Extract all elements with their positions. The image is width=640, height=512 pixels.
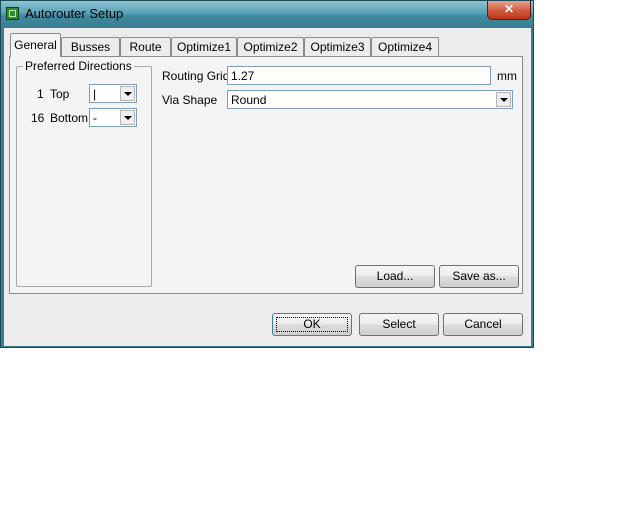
autorouter-setup-window: Autorouter Setup ✕ General Busses Route … bbox=[0, 0, 534, 348]
button-label: Save as... bbox=[452, 269, 506, 283]
ok-button[interactable]: OK bbox=[272, 313, 352, 336]
tab-optimize3[interactable]: Optimize3 bbox=[304, 37, 371, 56]
tab-label: Optimize2 bbox=[243, 40, 298, 54]
button-label: Cancel bbox=[464, 317, 502, 331]
button-label: OK bbox=[303, 317, 321, 331]
preferred-directions-group: Preferred Directions 1 Top | 16 Bottom - bbox=[16, 59, 152, 287]
chevron-down-icon[interactable] bbox=[120, 86, 135, 101]
routing-grid-unit: mm bbox=[497, 69, 517, 83]
layer-1-number: 1 bbox=[37, 87, 44, 101]
select-button[interactable]: Select bbox=[359, 313, 439, 336]
selected-value: Round bbox=[231, 93, 267, 107]
routing-grid-label: Routing Grid bbox=[162, 69, 230, 83]
tab-label: Optimize4 bbox=[377, 40, 433, 54]
tab-busses[interactable]: Busses bbox=[61, 37, 120, 56]
tab-label: Optimize3 bbox=[310, 40, 365, 54]
layer-1-name: Top bbox=[50, 87, 70, 101]
tab-route[interactable]: Route bbox=[120, 37, 171, 56]
chevron-down-icon[interactable] bbox=[120, 110, 135, 125]
button-label: Select bbox=[382, 317, 416, 331]
tab-optimize1[interactable]: Optimize1 bbox=[171, 37, 237, 56]
layer-16-name: Bottom bbox=[50, 111, 89, 125]
layer-16-direction-select[interactable]: - bbox=[89, 108, 137, 127]
routing-grid-input[interactable]: 1.27 bbox=[227, 66, 491, 85]
window-title: Autorouter Setup bbox=[25, 6, 124, 21]
dialog-client-area: General Busses Route Optimize1 Optimize2… bbox=[4, 28, 531, 346]
general-tab-page: Preferred Directions 1 Top | 16 Bottom -… bbox=[9, 56, 523, 294]
selected-value: | bbox=[93, 87, 97, 101]
via-shape-select[interactable]: Round bbox=[227, 90, 513, 109]
tab-general[interactable]: General bbox=[10, 33, 61, 57]
tab-optimize4[interactable]: Optimize4 bbox=[371, 37, 439, 56]
tab-optimize2[interactable]: Optimize2 bbox=[237, 37, 304, 56]
title-bar[interactable]: Autorouter Setup ✕ bbox=[1, 1, 533, 28]
selected-value: - bbox=[93, 111, 97, 125]
via-shape-label: Via Shape bbox=[162, 93, 218, 107]
button-label: Load... bbox=[376, 269, 414, 283]
load-button[interactable]: Load... bbox=[355, 265, 435, 288]
layer-16-number: 16 bbox=[31, 111, 45, 125]
layer-1-direction-select[interactable]: | bbox=[89, 84, 137, 103]
tab-label: Route bbox=[129, 40, 162, 54]
tab-label: General bbox=[14, 38, 57, 52]
close-icon: ✕ bbox=[503, 2, 515, 16]
group-legend: Preferred Directions bbox=[23, 59, 134, 73]
tab-label: Optimize1 bbox=[176, 40, 232, 54]
cancel-button[interactable]: Cancel bbox=[443, 313, 523, 336]
app-icon bbox=[6, 7, 19, 20]
input-value: 1.27 bbox=[231, 69, 255, 83]
close-button[interactable]: ✕ bbox=[487, 1, 531, 20]
tab-label: Busses bbox=[70, 40, 111, 54]
chevron-down-icon[interactable] bbox=[496, 92, 511, 107]
save-as-button[interactable]: Save as... bbox=[439, 265, 519, 288]
